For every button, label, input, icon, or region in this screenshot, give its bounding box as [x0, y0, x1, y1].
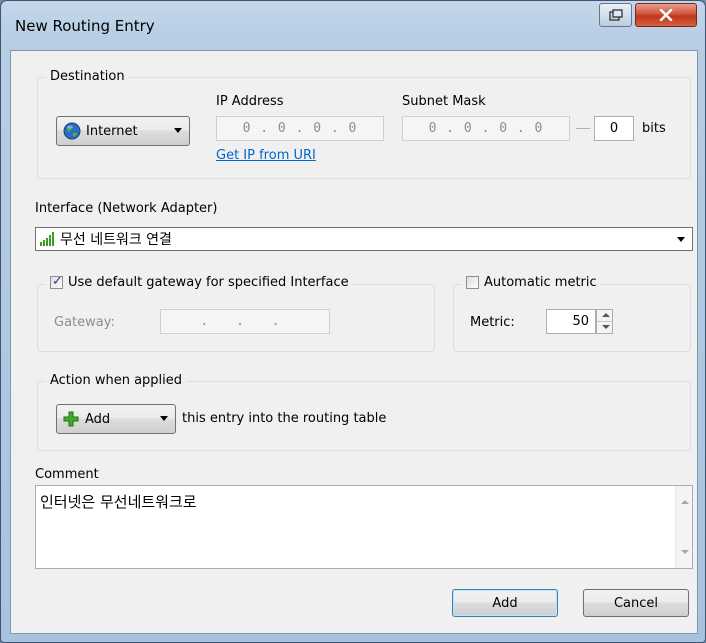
metric-legend: Automatic metric	[462, 275, 601, 290]
gateway-label: Gateway:	[54, 315, 115, 330]
use-default-gateway-checkbox[interactable]: ✓	[50, 274, 63, 289]
ip-address-label: IP Address	[216, 94, 284, 109]
add-button[interactable]: Add	[452, 589, 558, 617]
use-default-gateway-label: Use default gateway for specified Interf…	[68, 275, 349, 290]
bits-label: bits	[642, 121, 666, 136]
metric-group: Automatic metric Metric: 50	[453, 275, 691, 352]
comment-textarea[interactable]: 인터넷은 무선네트워크로	[35, 485, 693, 569]
close-icon	[659, 9, 673, 21]
gateway-field[interactable]: . . .	[160, 309, 330, 334]
routing-entry-window: New Routing Entry Destination Internet I…	[0, 0, 706, 643]
interface-selected-label: 무선 네트워크 연결	[60, 232, 172, 248]
dialog-body: Destination Internet IP Address 0 . 0 . …	[10, 50, 698, 634]
scroll-up-icon[interactable]	[681, 500, 689, 504]
scroll-down-icon[interactable]	[681, 550, 689, 554]
metric-input[interactable]: 50	[546, 309, 596, 334]
subnet-mask-field[interactable]: 0 . 0 . 0 . 0	[402, 116, 570, 141]
metric-spinner[interactable]	[596, 309, 613, 334]
action-dropdown[interactable]: Add	[56, 404, 176, 434]
destination-legend: Destination	[46, 69, 129, 84]
destination-type-label: Internet	[86, 123, 138, 139]
globe-icon	[63, 122, 81, 140]
action-legend: Action when applied	[46, 373, 187, 388]
arrow-down-icon	[602, 325, 610, 329]
destination-group: Destination Internet IP Address 0 . 0 . …	[37, 69, 691, 179]
chevron-down-icon	[677, 237, 685, 242]
automatic-metric-label: Automatic metric	[484, 275, 597, 290]
ip-address-field[interactable]: 0 . 0 . 0 . 0	[216, 116, 384, 141]
automatic-metric-checkbox[interactable]	[466, 276, 479, 289]
chevron-down-icon	[174, 128, 182, 133]
plus-icon	[63, 411, 79, 427]
subnet-mask-label: Subnet Mask	[402, 94, 486, 109]
comment-scrollbar[interactable]	[675, 486, 692, 568]
restore-icon	[608, 9, 623, 21]
metric-label: Metric:	[470, 315, 515, 330]
signal-bars-icon	[40, 232, 54, 246]
cancel-button[interactable]: Cancel	[583, 589, 689, 617]
action-group: Action when applied Add this entry into …	[37, 373, 691, 451]
spin-down-button[interactable]	[597, 321, 612, 332]
comment-label: Comment	[35, 467, 99, 482]
action-suffix-text: this entry into the routing table	[182, 411, 387, 426]
checkmark-icon: ✓	[52, 274, 63, 289]
mask-bits-input[interactable]: 0	[594, 116, 634, 141]
comment-text: 인터넷은 무선네트워크로	[40, 493, 197, 511]
title-bar[interactable]: New Routing Entry	[1, 1, 705, 49]
restore-button[interactable]	[599, 3, 632, 27]
action-selected-label: Add	[85, 411, 111, 427]
separator-dash	[576, 128, 590, 129]
window-title: New Routing Entry	[15, 17, 155, 35]
get-ip-from-uri-link[interactable]: Get IP from URI	[216, 148, 316, 163]
interface-label: Interface (Network Adapter)	[35, 201, 218, 216]
gateway-group: ✓ Use default gateway for specified Inte…	[37, 274, 435, 352]
arrow-up-icon	[602, 313, 610, 317]
chevron-down-icon	[160, 416, 168, 421]
interface-select[interactable]: 무선 네트워크 연결	[35, 227, 693, 251]
close-button[interactable]	[635, 3, 697, 27]
gateway-legend: ✓ Use default gateway for specified Inte…	[46, 274, 353, 290]
destination-type-dropdown[interactable]: Internet	[56, 116, 190, 146]
